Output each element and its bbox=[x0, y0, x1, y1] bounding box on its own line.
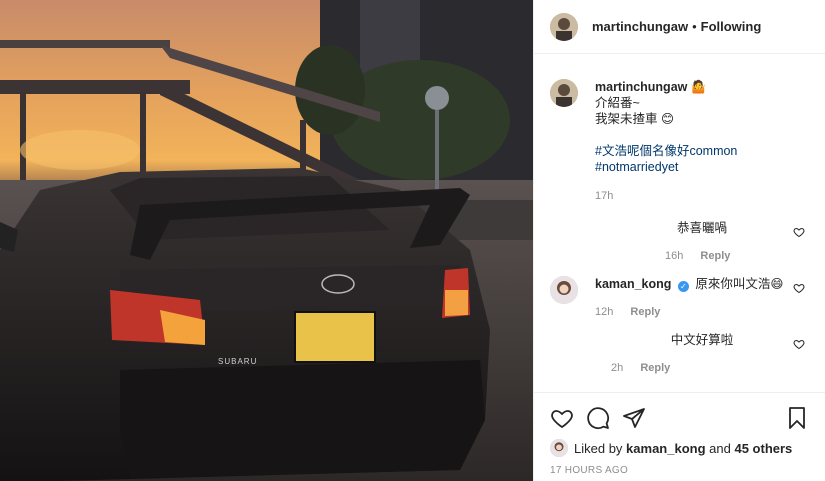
post-actions: Liked by kaman_kong and 45 others 17 HOU… bbox=[534, 392, 825, 481]
shrug-emoji: 🤷 bbox=[690, 80, 707, 94]
commenter-username[interactable]: kaman_kong bbox=[595, 277, 671, 291]
instagram-post-view: SUBARU martinchungaw • Following martinc… bbox=[0, 0, 825, 481]
post-header: martinchungaw • Following bbox=[534, 0, 825, 54]
comment-item: 恭喜曬喎 16h Reply bbox=[550, 220, 809, 264]
hashtag-link[interactable]: #文浩呢個名像好common bbox=[595, 143, 737, 159]
post-side-panel: martinchungaw • Following martinchungaw … bbox=[533, 0, 825, 481]
post-photo[interactable]: SUBARU bbox=[0, 0, 533, 481]
reply-button[interactable]: Reply bbox=[640, 362, 670, 374]
avatar[interactable] bbox=[550, 276, 578, 304]
liked-by-prefix: Liked by bbox=[574, 440, 623, 456]
heart-icon[interactable] bbox=[793, 282, 805, 294]
comment-item: 中文好算啦 2h Reply bbox=[550, 332, 809, 376]
avatar[interactable] bbox=[550, 79, 578, 107]
reply-button[interactable]: Reply bbox=[630, 306, 660, 318]
hashtag-link[interactable]: #notmarriedyet bbox=[595, 159, 737, 175]
liked-by-username[interactable]: kaman_kong bbox=[626, 441, 705, 456]
comment-text: 原來你叫文浩 bbox=[695, 277, 771, 291]
liked-by-and: and bbox=[709, 440, 731, 456]
likes-summary: Liked by kaman_kong and 45 others bbox=[550, 439, 809, 457]
share-icon[interactable] bbox=[622, 406, 646, 430]
post-timestamp[interactable]: 17 HOURS AGO bbox=[550, 465, 809, 476]
heart-icon[interactable] bbox=[550, 406, 574, 430]
avatar[interactable] bbox=[550, 439, 568, 457]
separator-dot: • bbox=[692, 19, 697, 34]
author-username[interactable]: martinchungaw bbox=[592, 19, 688, 34]
comments-list[interactable]: martinchungaw 🤷 介紹番~ 我架未揸車 😊 #文浩呢個名像好com… bbox=[534, 55, 825, 391]
comment-text: 中文好算啦 bbox=[670, 333, 734, 347]
comment-item: kaman_kong ✓ 原來你叫文浩😄 12h Reply bbox=[550, 276, 809, 320]
comment-icon[interactable] bbox=[586, 406, 610, 430]
caption-line-1: 介紹番~ bbox=[595, 96, 640, 110]
smile-emoji: 😊 bbox=[661, 112, 675, 126]
laugh-emoji: 😄 bbox=[770, 277, 784, 291]
caption-time[interactable]: 17h bbox=[595, 188, 737, 204]
save-icon[interactable] bbox=[785, 406, 809, 430]
comment-text: 恭喜曬喎 bbox=[676, 221, 727, 235]
caption-username[interactable]: martinchungaw bbox=[595, 80, 687, 94]
comment-time[interactable]: 2h bbox=[611, 362, 623, 374]
car-photo-illustration: SUBARU bbox=[0, 0, 533, 481]
reply-button[interactable]: Reply bbox=[700, 250, 730, 262]
caption-line-2: 我架未揸車 bbox=[595, 112, 658, 126]
verified-badge-icon: ✓ bbox=[677, 281, 689, 292]
caption: martinchungaw 🤷 介紹番~ 我架未揸車 😊 #文浩呢個名像好com… bbox=[550, 79, 809, 204]
following-button[interactable]: Following bbox=[701, 19, 762, 34]
heart-icon[interactable] bbox=[793, 226, 805, 238]
likes-count-link[interactable]: 45 others bbox=[734, 441, 792, 456]
comment-time[interactable]: 12h bbox=[595, 306, 613, 318]
heart-icon[interactable] bbox=[793, 338, 805, 350]
svg-text:SUBARU: SUBARU bbox=[218, 357, 257, 366]
action-icons-row bbox=[550, 405, 809, 431]
avatar[interactable] bbox=[550, 12, 578, 41]
comment-time[interactable]: 16h bbox=[665, 250, 683, 262]
